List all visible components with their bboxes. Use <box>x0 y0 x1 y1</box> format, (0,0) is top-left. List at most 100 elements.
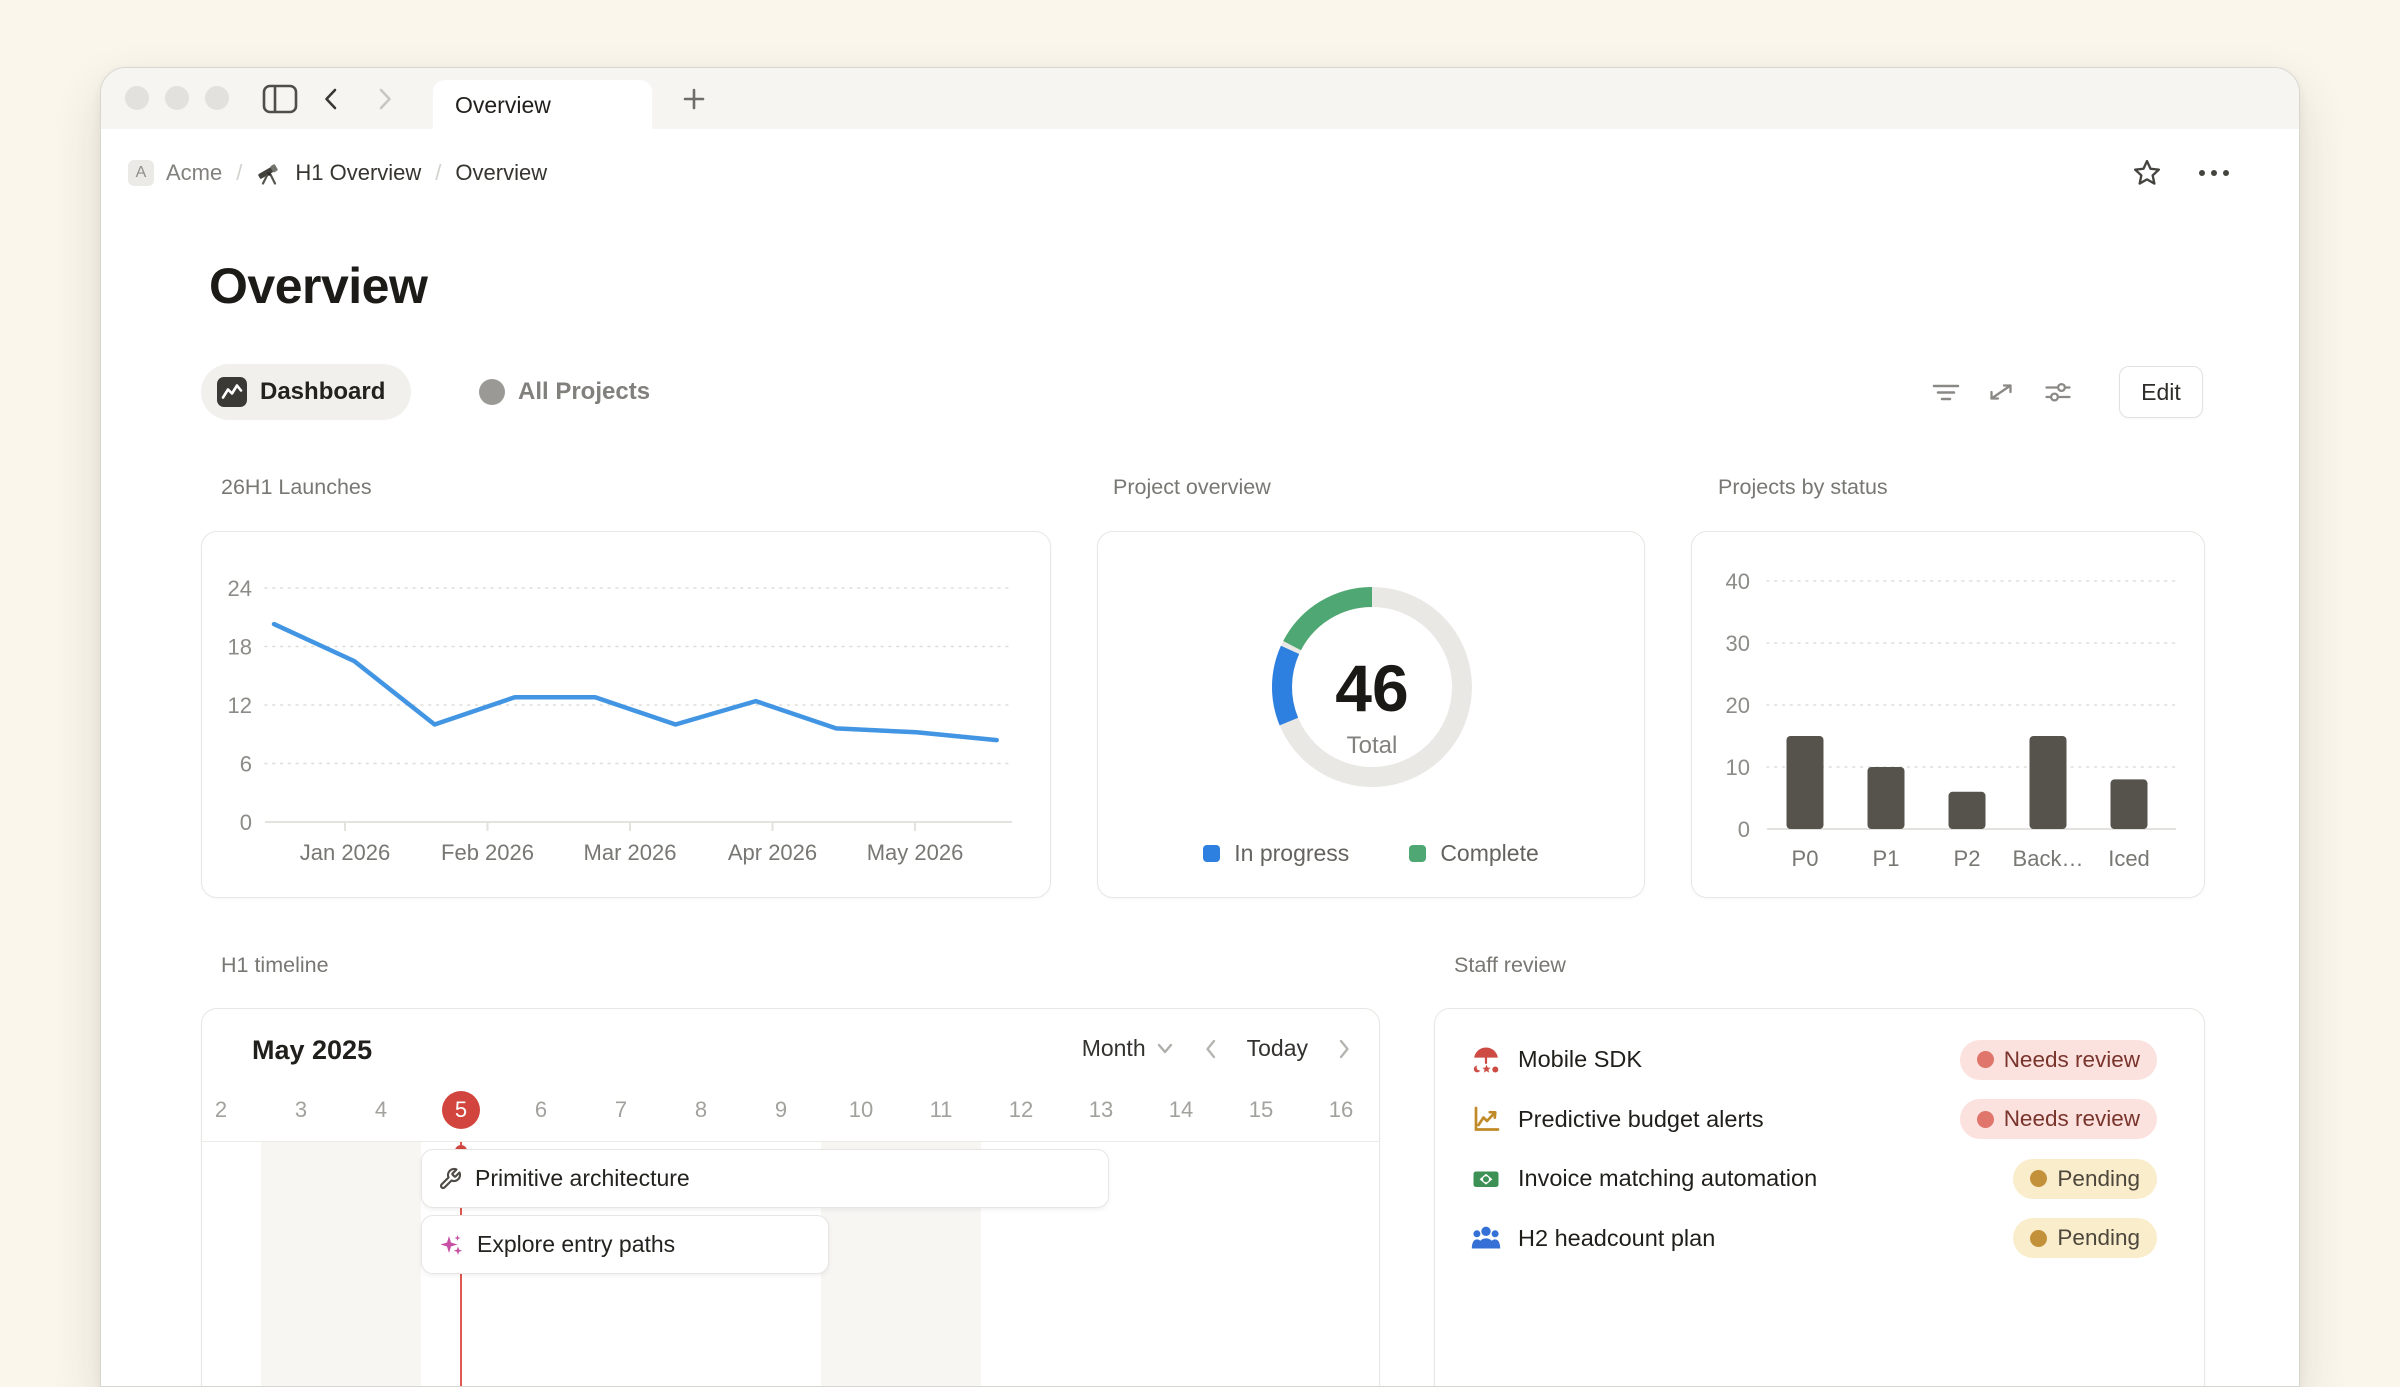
status-badge-label: Needs review <box>2004 1047 2140 1073</box>
launches-line-chart: 06121824Jan 2026Feb 2026Mar 2026Apr 2026… <box>202 532 1051 898</box>
timeline-day-16[interactable]: 16 <box>1301 1087 1380 1133</box>
svg-text:Back…: Back… <box>2013 846 2084 871</box>
svg-text:P2: P2 <box>1954 846 1981 871</box>
carousel-icon <box>1471 1045 1501 1075</box>
timeline-today-marker: 5 <box>442 1091 480 1129</box>
page-title: Overview <box>209 257 427 315</box>
breadcrumb-parent-page[interactable]: H1 Overview <box>295 160 421 186</box>
timeline-view-selector[interactable]: Month <box>1082 1035 1174 1062</box>
timeline-event[interactable]: Explore entry paths <box>421 1215 829 1274</box>
staff-review-row[interactable]: Mobile SDK Needs review <box>1471 1030 2174 1090</box>
legend-item: In progress <box>1203 840 1349 867</box>
widget-label-timeline: H1 timeline <box>221 953 329 978</box>
projects-by-status-bar-card[interactable]: 010203040P0P1P2Back…Iced <box>1691 531 2205 898</box>
traffic-light-minimize-icon[interactable] <box>165 86 189 110</box>
svg-text:0: 0 <box>1738 817 1750 842</box>
tab-dashboard[interactable]: Dashboard <box>201 364 411 420</box>
timeline-day-15[interactable]: 15 <box>1221 1087 1301 1133</box>
tab-all-projects-label: All Projects <box>518 378 650 406</box>
people-icon <box>1471 1223 1501 1253</box>
timeline-event-title: Explore entry paths <box>477 1231 675 1258</box>
timeline-day-4[interactable]: 4 <box>341 1087 421 1133</box>
favorite-star-icon[interactable] <box>2131 157 2163 189</box>
timeline-day-3[interactable]: 3 <box>261 1087 341 1133</box>
timeline-event[interactable]: Primitive architecture <box>421 1149 1109 1208</box>
staff-row-title: Mobile SDK <box>1518 1046 1642 1073</box>
timeline-day-2[interactable]: 2 <box>201 1087 261 1133</box>
sliders-icon[interactable] <box>2043 377 2073 407</box>
timeline-day-12[interactable]: 12 <box>981 1087 1061 1133</box>
timeline-day-5[interactable]: 5 <box>421 1087 501 1133</box>
timeline-card[interactable]: May 2025 Month Today 2345678910111213141… <box>201 1008 1380 1387</box>
status-badge: Needs review <box>1960 1099 2157 1139</box>
timeline-day-8[interactable]: 8 <box>661 1087 741 1133</box>
svg-text:12: 12 <box>228 693 252 718</box>
breadcrumb-current-page[interactable]: Overview <box>455 160 547 186</box>
timeline-day-13[interactable]: 13 <box>1061 1087 1141 1133</box>
chevron-down-icon <box>1156 1042 1174 1055</box>
project-overview-donut-card[interactable]: 46 Total In progressComplete <box>1097 531 1645 898</box>
svg-text:20: 20 <box>1726 693 1750 718</box>
timeline-day-11[interactable]: 11 <box>901 1087 981 1133</box>
timeline-header: May 2025 Month Today <box>202 1009 1379 1087</box>
tab-overview[interactable]: Overview <box>433 80 652 130</box>
timeline-month-title: May 2025 <box>252 1035 372 1066</box>
staff-review-row[interactable]: H2 headcount planPending <box>1471 1209 2174 1269</box>
svg-text:Mar 2026: Mar 2026 <box>584 840 677 865</box>
workspace-avatar[interactable]: A <box>128 160 154 186</box>
legend-label: In progress <box>1234 840 1349 867</box>
tab-all-projects[interactable]: All Projects <box>469 364 660 420</box>
status-badge: Pending <box>2013 1159 2157 1199</box>
svg-text:40: 40 <box>1726 569 1750 594</box>
legend-label: Complete <box>1440 840 1538 867</box>
new-tab-plus-icon[interactable] <box>679 84 709 114</box>
status-badge: Pending <box>2013 1218 2157 1258</box>
svg-text:Feb 2026: Feb 2026 <box>441 840 534 865</box>
staff-review-row[interactable]: Predictive budget alertsNeeds review <box>1471 1090 2174 1150</box>
dashboard-chart-icon <box>217 377 247 407</box>
telescope-icon <box>256 160 283 187</box>
status-badge-label: Pending <box>2057 1225 2140 1251</box>
status-badge: Needs review <box>1960 1040 2157 1080</box>
widget-label-project-overview: Project overview <box>1113 475 1271 500</box>
projects-by-status-bar-chart: 010203040P0P1P2Back…Iced <box>1692 532 2205 898</box>
edit-button-label: Edit <box>2141 379 2181 406</box>
svg-text:24: 24 <box>228 576 252 601</box>
breadcrumb: A Acme / H1 Overview / Overview <box>128 151 547 195</box>
timeline-days-row: 2345678910111213141516 <box>202 1087 1379 1141</box>
svg-text:Apr 2026: Apr 2026 <box>728 840 817 865</box>
timeline-body: Primitive architecture Explore entry path… <box>202 1141 1379 1387</box>
more-options-icon[interactable] <box>2197 168 2231 178</box>
timeline-day-14[interactable]: 14 <box>1141 1087 1221 1133</box>
edit-button[interactable]: Edit <box>2119 366 2203 418</box>
breadcrumb-workspace[interactable]: Acme <box>166 160 222 186</box>
forward-icon[interactable] <box>371 85 399 113</box>
timeline-day-6[interactable]: 6 <box>501 1087 581 1133</box>
legend-item: Complete <box>1409 840 1538 867</box>
staff-review-list: Mobile SDKNeeds reviewPredictive budget … <box>1471 1030 2174 1268</box>
banknote-icon <box>1471 1164 1501 1194</box>
launches-line-chart-card[interactable]: 06121824Jan 2026Feb 2026Mar 2026Apr 2026… <box>201 531 1051 898</box>
all-projects-circle-icon <box>479 379 505 405</box>
header-actions <box>2131 151 2231 195</box>
tab-dashboard-label: Dashboard <box>260 378 385 406</box>
timeline-next-icon[interactable] <box>1338 1038 1351 1060</box>
traffic-light-close-icon[interactable] <box>125 86 149 110</box>
timeline-day-7[interactable]: 7 <box>581 1087 661 1133</box>
timeline-today-button[interactable]: Today <box>1247 1035 1308 1062</box>
staff-review-card[interactable]: Mobile SDKNeeds reviewPredictive budget … <box>1434 1008 2205 1387</box>
expand-icon[interactable] <box>1986 377 2016 407</box>
timeline-day-10[interactable]: 10 <box>821 1087 901 1133</box>
timeline-prev-icon[interactable] <box>1204 1038 1217 1060</box>
staff-review-row[interactable]: Invoice matching automationPending <box>1471 1149 2174 1209</box>
svg-text:6: 6 <box>240 752 252 777</box>
donut-legend: In progress Complete <box>1098 840 1644 867</box>
sidebar-toggle-icon[interactable] <box>261 83 299 115</box>
status-badge-label: Pending <box>2057 1166 2140 1192</box>
timeline-day-9[interactable]: 9 <box>741 1087 821 1133</box>
filter-icon[interactable] <box>1931 377 1961 407</box>
svg-text:Jan 2026: Jan 2026 <box>300 840 391 865</box>
traffic-light-zoom-icon[interactable] <box>205 86 229 110</box>
timeline-view-selector-label: Month <box>1082 1035 1146 1062</box>
back-icon[interactable] <box>317 85 345 113</box>
